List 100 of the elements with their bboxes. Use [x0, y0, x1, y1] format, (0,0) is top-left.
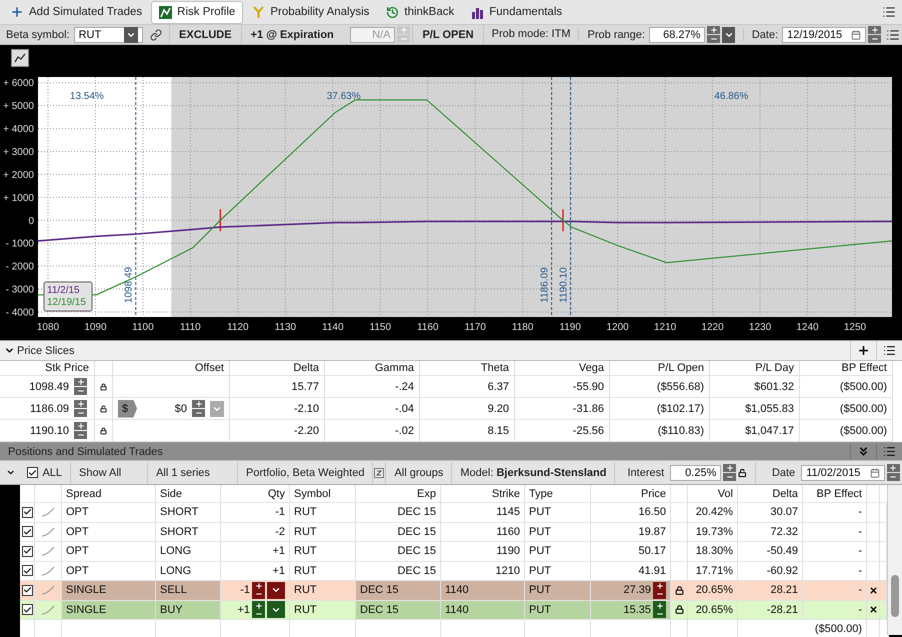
increment-button[interactable] — [74, 378, 87, 386]
chart-settings-button[interactable] — [11, 49, 29, 67]
decrement-button[interactable] — [723, 473, 736, 481]
calendar-icon[interactable] — [870, 468, 880, 478]
lock-icon[interactable] — [674, 586, 684, 595]
dropdown-button[interactable] — [722, 26, 736, 42]
close-icon[interactable] — [868, 586, 878, 595]
cell-text: 15.35 — [623, 604, 651, 616]
curve-icon[interactable] — [41, 507, 55, 518]
lock-icon[interactable] — [100, 426, 107, 436]
curve-icon[interactable] — [41, 566, 55, 576]
prob-mode-button[interactable]: Prob mode: ITM — [482, 25, 578, 44]
lock-icon[interactable] — [674, 605, 684, 614]
close-icon[interactable] — [868, 605, 878, 614]
table-cell[interactable]: DEC 15 — [356, 581, 441, 600]
table-cell: DEC 15 — [356, 542, 441, 562]
decrement-button[interactable] — [707, 35, 720, 43]
link-icon[interactable] — [150, 28, 162, 40]
increment-button[interactable] — [868, 26, 882, 34]
price-spinner[interactable] — [653, 601, 666, 618]
unlock-icon[interactable] — [738, 468, 747, 478]
curve-icon[interactable] — [41, 546, 55, 556]
decrement-button[interactable] — [74, 409, 87, 417]
tab[interactable]: Fundamentals — [464, 2, 570, 22]
increment-button[interactable] — [723, 464, 736, 472]
quantity-spinner[interactable] — [252, 582, 265, 599]
cell-text: -1 — [275, 506, 285, 518]
x-axis-label: 1240 — [796, 322, 819, 333]
increment-button[interactable] — [886, 464, 900, 472]
z-icon[interactable] — [374, 468, 384, 478]
table-cell — [867, 503, 880, 522]
curve-icon[interactable] — [41, 526, 55, 537]
dropdown-button[interactable] — [267, 582, 285, 599]
show-filter[interactable]: Show All — [71, 462, 148, 484]
table-cell[interactable]: PUT — [525, 581, 591, 600]
plus-icon — [710, 26, 718, 34]
increment-button[interactable] — [74, 400, 87, 408]
row-checkbox[interactable] — [22, 506, 32, 518]
series-filter[interactable]: All 1 series — [148, 462, 238, 484]
prob-range-field[interactable]: 68.27% — [648, 26, 706, 42]
decrement-button[interactable] — [868, 35, 882, 43]
tab[interactable]: Risk Profile — [152, 2, 242, 22]
row-checkbox[interactable] — [22, 604, 32, 616]
select-all-checkbox[interactable]: ALL — [19, 462, 72, 484]
table-cell[interactable]: PUT — [525, 600, 591, 620]
table-cell: ($102.17) — [610, 398, 710, 420]
decrement-button[interactable] — [192, 409, 205, 417]
beta-symbol-field[interactable]: RUT — [74, 26, 144, 42]
table-cell: PUT — [525, 542, 591, 562]
menu-icon[interactable] — [886, 28, 900, 42]
tab[interactable]: thinkBack — [379, 2, 462, 22]
tab[interactable]: Probability Analysis — [245, 2, 376, 22]
table-cell[interactable]: BUY — [156, 600, 221, 620]
expiration-button[interactable]: +1 @ Expiration — [240, 25, 343, 44]
row-checkbox[interactable] — [22, 546, 32, 557]
quantity-spinner[interactable] — [252, 601, 265, 618]
tab[interactable]: Add Simulated Trades — [3, 2, 150, 22]
decrement-button[interactable] — [74, 431, 87, 439]
cell-text: +1 — [237, 604, 250, 616]
column-header: Delta — [230, 361, 325, 376]
table-cell: RUT — [290, 562, 356, 581]
exclude-button[interactable]: EXCLUDE — [169, 25, 241, 44]
increment-button[interactable] — [74, 422, 87, 430]
model-selector[interactable]: Model: Bjerksund-Stensland — [452, 462, 616, 484]
unit-tag[interactable]: $ — [118, 400, 138, 418]
calendar-icon[interactable] — [851, 30, 862, 40]
table-cell: 20.65% — [688, 600, 738, 620]
row-checkbox[interactable] — [22, 565, 32, 576]
dropdown-button[interactable] — [267, 601, 285, 618]
increment-button[interactable] — [192, 400, 205, 408]
price-spinner[interactable] — [653, 582, 666, 599]
table-cell[interactable]: 1140 — [441, 600, 525, 620]
table-cell[interactable]: SINGLE — [62, 581, 156, 600]
row-checkbox[interactable] — [22, 526, 32, 538]
table-cell: RUT — [290, 522, 356, 542]
groups-filter[interactable]: All groups — [385, 462, 452, 484]
cell-text: 1190.10 — [30, 424, 69, 436]
row-checkbox[interactable] — [22, 584, 32, 596]
check-icon — [22, 566, 32, 576]
plus-icon — [870, 26, 879, 34]
interest-field[interactable]: 0.25% — [670, 464, 722, 480]
table-cell[interactable]: 1140 — [441, 581, 525, 600]
y-axis-label: - 3000 — [6, 284, 34, 296]
dropdown-button[interactable] — [124, 26, 138, 42]
table-cell[interactable]: SINGLE — [62, 600, 156, 620]
table-cell[interactable]: SELL — [156, 581, 221, 600]
decrement-button[interactable] — [74, 387, 87, 395]
lock-icon[interactable] — [100, 382, 107, 392]
increment-button[interactable] — [707, 26, 720, 34]
decrement-button[interactable] — [886, 473, 900, 481]
date-field[interactable]: 11/02/2015 — [801, 464, 885, 480]
table-cell[interactable]: 27.39 — [591, 581, 671, 600]
unlock-icon[interactable] — [100, 404, 107, 414]
portfolio-filter[interactable]: Portfolio, Beta Weighted — [238, 462, 374, 484]
menu-icon[interactable] — [882, 5, 896, 19]
pl-mode-button[interactable]: P/L OPEN — [412, 25, 483, 44]
table-cell[interactable]: DEC 15 — [356, 600, 441, 620]
scrollbar-thumb[interactable] — [891, 575, 899, 617]
table-cell[interactable]: 15.35 — [591, 600, 671, 620]
date-field[interactable]: 12/19/2015 — [782, 26, 866, 42]
